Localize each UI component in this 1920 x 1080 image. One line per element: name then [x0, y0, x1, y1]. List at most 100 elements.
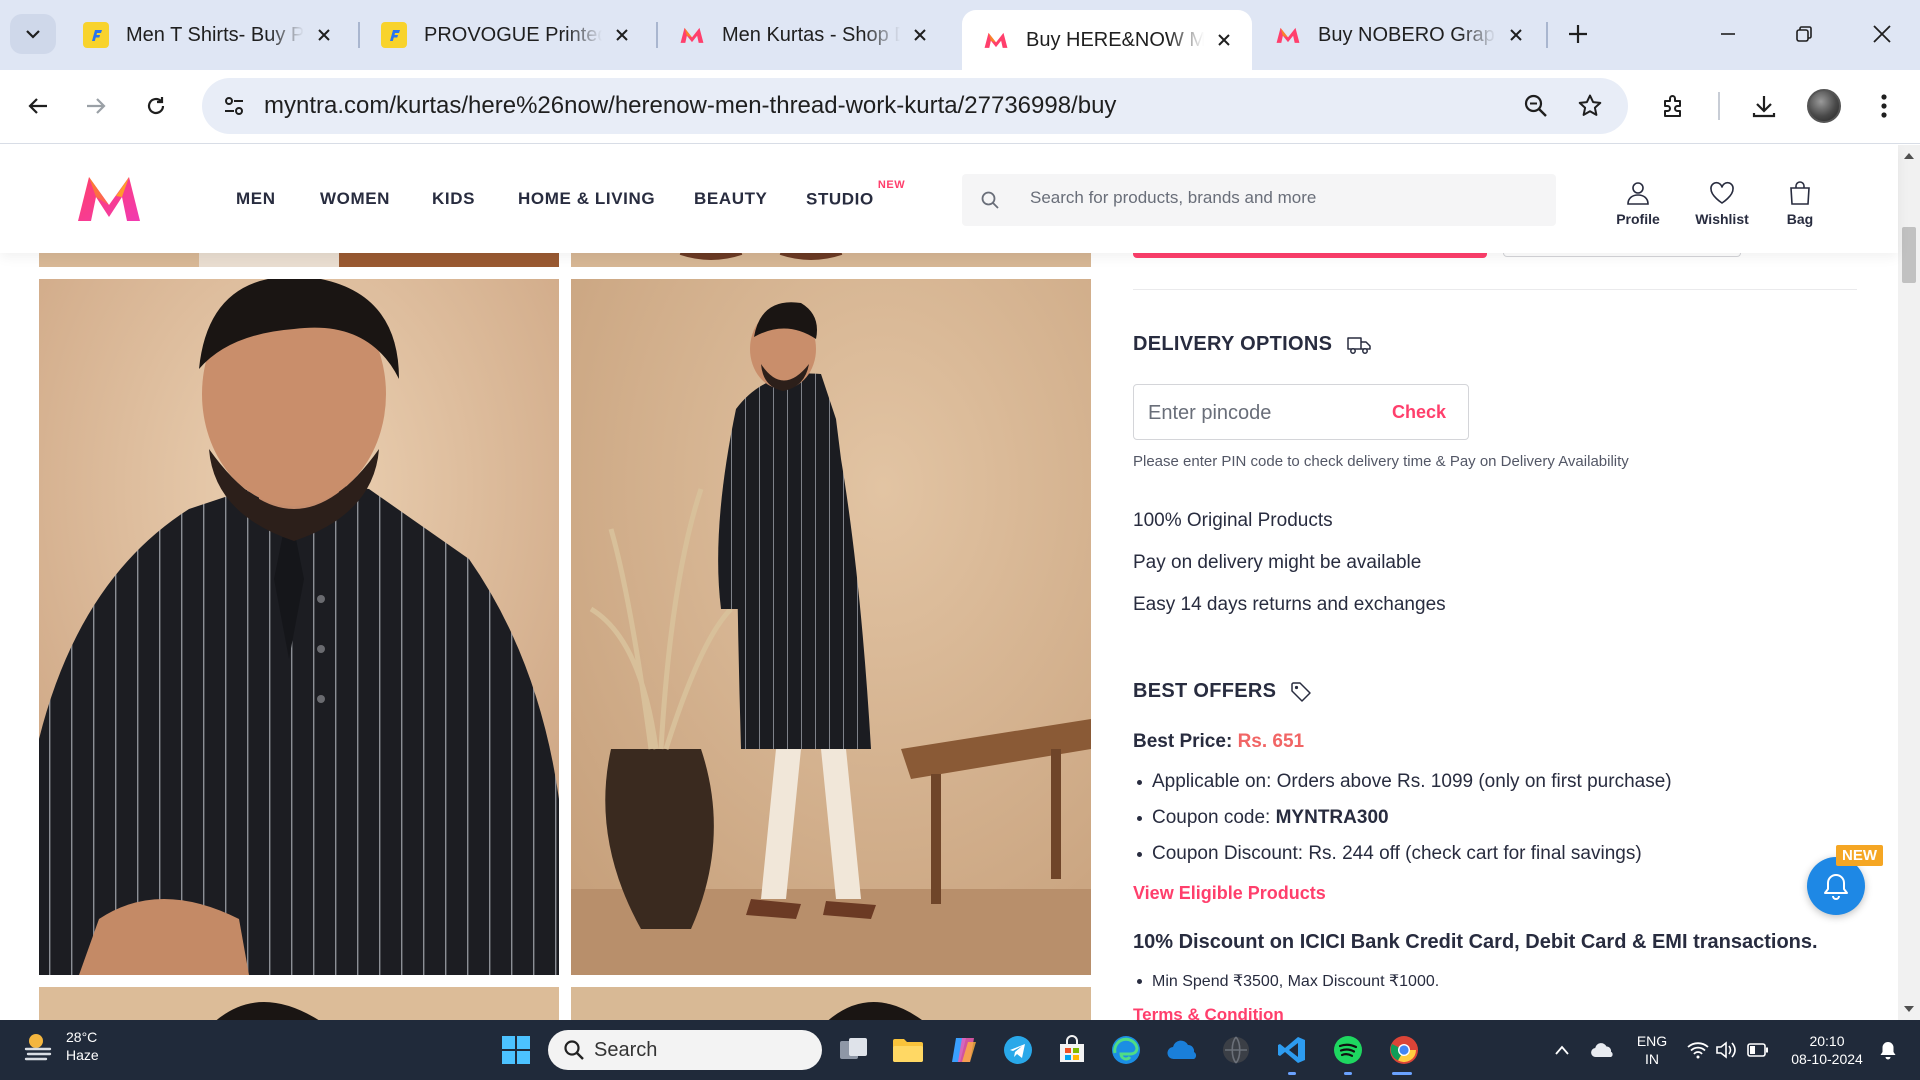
bookmark-button[interactable]: [1572, 88, 1608, 124]
taskbar-search-label: Search: [594, 1039, 658, 1061]
myntra-icon: [678, 21, 706, 49]
pincode-input[interactable]: [1148, 399, 1368, 427]
back-button[interactable]: [16, 84, 60, 128]
close-icon[interactable]: [312, 23, 336, 47]
input-language-indicator[interactable]: ENG IN: [1630, 1032, 1674, 1068]
windows-icon: [502, 1036, 530, 1064]
search-icon[interactable]: [962, 174, 1018, 226]
browser-menu-button[interactable]: [1862, 84, 1906, 128]
bag-button[interactable]: Bag: [1760, 179, 1840, 227]
product-image-bottom-right[interactable]: [571, 987, 1091, 1020]
site-info-button[interactable]: [216, 88, 252, 124]
zoom-button[interactable]: [1518, 88, 1554, 124]
offer-coupon-code: Coupon code: MYNTRA300: [1133, 807, 1389, 829]
shopping-bag-icon: [1760, 179, 1840, 207]
downloads-button[interactable]: [1742, 84, 1786, 128]
tab-men-tshirts[interactable]: Men T Shirts- Buy Printed: [62, 10, 352, 60]
bank-offer-title: 10% Discount on ICICI Bank Credit Card, …: [1133, 931, 1818, 953]
copilot-button[interactable]: [944, 1030, 984, 1070]
nav-kids[interactable]: KIDS: [432, 189, 475, 209]
close-icon[interactable]: [908, 23, 932, 47]
clock-date: 08-10-2024: [1791, 1051, 1863, 1067]
copilot-icon: [952, 1038, 976, 1062]
close-icon[interactable]: [1212, 28, 1236, 52]
task-view-button[interactable]: [834, 1030, 874, 1070]
battery-button[interactable]: [1738, 1030, 1778, 1070]
tab-men-kurtas[interactable]: Men Kurtas - Shop Designer: [658, 10, 948, 60]
start-button[interactable]: [496, 1030, 536, 1070]
nav-beauty[interactable]: BEAUTY: [694, 189, 768, 209]
store-button[interactable]: [1052, 1030, 1092, 1070]
clock[interactable]: 20:10 08-10-2024: [1780, 1032, 1874, 1068]
show-hidden-icons-button[interactable]: [1542, 1030, 1582, 1070]
best-offers-label: BEST OFFERS: [1133, 680, 1277, 702]
truck-icon: [1346, 335, 1372, 355]
tab-provogue[interactable]: PROVOGUE Printed Men: [360, 10, 650, 60]
onedrive-button[interactable]: [1162, 1030, 1202, 1070]
file-explorer-button[interactable]: [888, 1030, 928, 1070]
tag-icon: [1290, 681, 1312, 703]
profile-button[interactable]: Profile: [1598, 179, 1678, 227]
reload-button[interactable]: [134, 84, 178, 128]
scroll-down-icon[interactable]: [1902, 1002, 1916, 1016]
notifications-button[interactable]: [1868, 1030, 1908, 1070]
profile-avatar-button[interactable]: [1802, 84, 1846, 128]
extensions-button[interactable]: [1652, 84, 1696, 128]
puzzle-icon: [1664, 95, 1681, 117]
vscode-button[interactable]: [1272, 1030, 1312, 1070]
feature-pay-on-delivery: Pay on delivery might be available: [1133, 552, 1422, 573]
close-icon[interactable]: [610, 23, 634, 47]
bell-icon: [1824, 874, 1848, 900]
wishlist-button[interactable]: Wishlist: [1682, 179, 1762, 227]
nav-women[interactable]: WOMEN: [320, 189, 390, 209]
best-offers-title: BEST OFFERS: [1133, 680, 1312, 703]
tab-herenow-active[interactable]: Buy HERE&NOW Men: [962, 10, 1252, 70]
product-image-bottom-left[interactable]: [39, 987, 559, 1020]
myntra-logo-icon: [78, 177, 140, 221]
check-pincode-button[interactable]: Check: [1392, 402, 1446, 423]
chrome-button[interactable]: [1384, 1030, 1424, 1070]
address-bar[interactable]: myntra.com/kurtas/here%26now/herenow-men…: [202, 78, 1628, 134]
onedrive-tray-button[interactable]: [1582, 1030, 1622, 1070]
nav-studio-label: STUDIO: [806, 189, 874, 209]
page-scrollbar[interactable]: [1898, 145, 1920, 1020]
nav-home-living[interactable]: HOME & LIVING: [518, 189, 655, 209]
search-input[interactable]: Search for products, brands and more: [1030, 188, 1316, 208]
nav-men[interactable]: MEN: [236, 189, 276, 209]
scroll-up-icon[interactable]: [1902, 149, 1916, 163]
scroll-thumb[interactable]: [1902, 227, 1916, 283]
minimize-button[interactable]: [1706, 14, 1750, 54]
best-price-label: Best Price:: [1133, 731, 1233, 752]
myntra-logo[interactable]: [76, 175, 142, 223]
product-image-seated-model[interactable]: [39, 279, 559, 975]
edge-button[interactable]: [1106, 1030, 1146, 1070]
weather-widget[interactable]: 28°C Haze: [22, 1028, 99, 1064]
close-window-button[interactable]: [1860, 14, 1904, 54]
close-icon: [1873, 25, 1891, 43]
restore-button[interactable]: [1782, 14, 1826, 54]
product-search[interactable]: Search for products, brands and more: [962, 174, 1556, 226]
tab-search-button[interactable]: [10, 14, 56, 54]
new-tab-button[interactable]: [1560, 16, 1596, 52]
vscode-icon: [1278, 1037, 1305, 1063]
steam-button[interactable]: [1216, 1030, 1256, 1070]
telegram-button[interactable]: [998, 1030, 1038, 1070]
browser-tab-strip: Men T Shirts- Buy Printed PROVOGUE Print…: [0, 0, 1920, 70]
weather-temp: 28°C: [66, 1029, 98, 1045]
chevron-down-icon: [26, 30, 40, 39]
terms-condition-link[interactable]: Terms & Condition: [1133, 1005, 1284, 1020]
spotify-button[interactable]: [1328, 1030, 1368, 1070]
pincode-field[interactable]: Check: [1133, 384, 1469, 440]
product-image-standing-model[interactable]: [571, 279, 1091, 975]
browser-toolbar: myntra.com/kurtas/here%26now/herenow-men…: [0, 70, 1920, 144]
view-eligible-products-link[interactable]: View Eligible Products: [1133, 883, 1326, 904]
wishlist-product-button[interactable]: [1503, 253, 1741, 257]
taskbar-search[interactable]: Search: [548, 1030, 822, 1070]
close-icon[interactable]: [1504, 23, 1528, 47]
minimize-icon: [1721, 33, 1735, 35]
nav-studio[interactable]: STUDIONEW: [806, 179, 905, 210]
tab-nobero[interactable]: Buy NOBERO Graphic: [1254, 10, 1544, 60]
cloud-icon: [1167, 1040, 1197, 1060]
search-icon: [564, 1040, 584, 1060]
forward-button[interactable]: [74, 84, 118, 128]
